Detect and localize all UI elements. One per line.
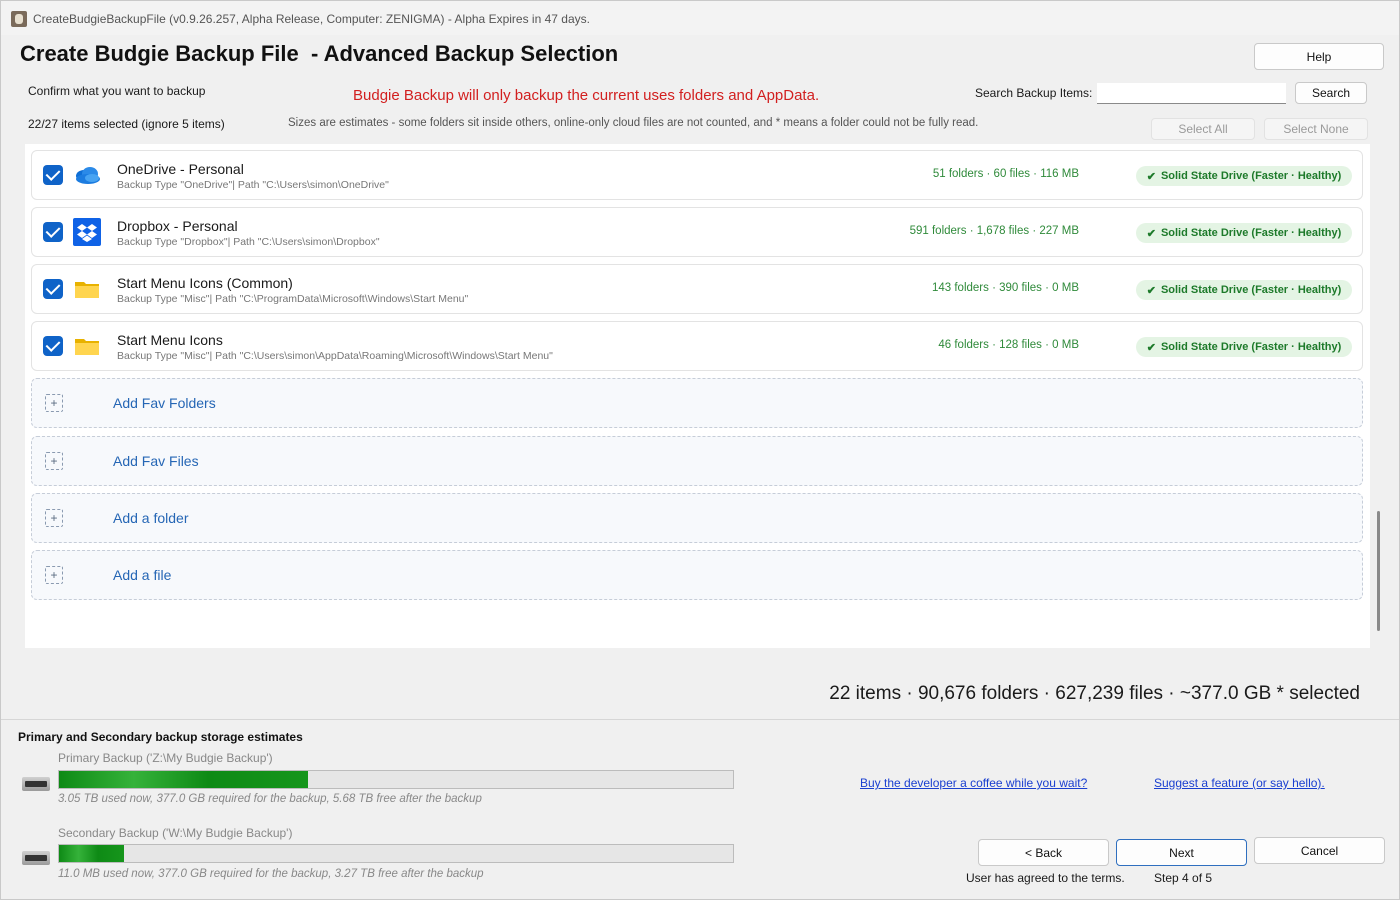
- check-icon: ✔: [1146, 227, 1156, 240]
- folder-icon: [73, 275, 101, 303]
- select-none-button[interactable]: Select None: [1264, 118, 1368, 140]
- item-name: Dropbox - Personal: [117, 218, 238, 234]
- page-title: Create Budgie Backup File - Advanced Bac…: [20, 41, 619, 66]
- list-scrollbar[interactable]: [1377, 511, 1380, 631]
- add-plus-icon: +: [45, 452, 63, 470]
- add-plus-icon: +: [45, 566, 63, 584]
- primary-storage-note: 3.05 TB used now, 377.0 GB required for …: [58, 793, 482, 805]
- list-item[interactable]: Dropbox - Personal Backup Type "Dropbox"…: [31, 207, 1363, 257]
- item-path: Backup Type "Misc"| Path "C:\Users\simon…: [117, 350, 553, 362]
- add-row-label: Add Fav Folders: [113, 395, 216, 411]
- terms-status: User has agreed to the terms.: [966, 871, 1125, 885]
- hard-drive-icon: [22, 851, 50, 865]
- item-stats: 591 folders · 1,678 files · 227 MB: [909, 225, 1079, 237]
- primary-storage-bar: [58, 770, 734, 789]
- add-plus-icon: +: [45, 394, 63, 412]
- search-button[interactable]: Search: [1295, 82, 1367, 104]
- add-row-label: Add Fav Files: [113, 453, 199, 469]
- list-item[interactable]: Start Menu Icons Backup Type "Misc"| Pat…: [31, 321, 1363, 371]
- item-name: Start Menu Icons: [117, 332, 223, 348]
- backup-scope-notice: Budgie Backup will only backup the curre…: [353, 87, 820, 104]
- hard-drive-icon: [22, 777, 50, 791]
- back-button[interactable]: < Back: [978, 839, 1109, 866]
- sizes-estimate-note: Sizes are estimates - some folders sit i…: [288, 117, 979, 129]
- suggest-feature-link[interactable]: Suggest a feature (or say hello).: [1154, 776, 1325, 790]
- check-icon: ✔: [1146, 170, 1156, 183]
- next-button[interactable]: Next: [1116, 839, 1247, 866]
- item-name: Start Menu Icons (Common): [117, 275, 293, 291]
- check-icon: ✔: [1146, 341, 1156, 354]
- secondary-storage-bar: [58, 844, 734, 863]
- selected-count: 22/27 items selected (ignore 5 items): [28, 117, 225, 131]
- add-fav-files-row[interactable]: + Add Fav Files: [31, 436, 1363, 486]
- dropbox-icon: [73, 218, 101, 246]
- item-checkbox[interactable]: [43, 222, 63, 242]
- section-divider: [1, 719, 1399, 720]
- backup-items-list[interactable]: OneDrive - Personal Backup Type "OneDriv…: [25, 144, 1370, 648]
- budgie-app-icon: [11, 11, 27, 27]
- item-path: Backup Type "OneDrive"| Path "C:\Users\s…: [117, 179, 389, 191]
- item-path: Backup Type "Dropbox"| Path "C:\Users\si…: [117, 236, 380, 248]
- select-all-button[interactable]: Select All: [1151, 118, 1255, 140]
- badge-label: Solid State Drive (Faster · Healthy): [1160, 284, 1342, 296]
- secondary-backup-label: Secondary Backup ('W:\My Budgie Backup'): [58, 826, 293, 840]
- drive-health-badge: ✔ Solid State Drive (Faster · Healthy): [1136, 337, 1352, 357]
- primary-backup-label: Primary Backup ('Z:\My Budgie Backup'): [58, 751, 273, 765]
- item-stats: 46 folders · 128 files · 0 MB: [938, 339, 1079, 351]
- add-row-label: Add a folder: [113, 510, 189, 526]
- step-indicator: Step 4 of 5: [1154, 871, 1213, 885]
- selection-totals: 22 items · 90,676 folders · 627,239 file…: [829, 683, 1360, 704]
- item-checkbox[interactable]: [43, 165, 63, 185]
- list-item[interactable]: Start Menu Icons (Common) Backup Type "M…: [31, 264, 1363, 314]
- folder-icon: [73, 332, 101, 360]
- item-stats: 51 folders · 60 files · 116 MB: [932, 168, 1079, 180]
- help-button[interactable]: Help: [1254, 43, 1384, 70]
- badge-label: Solid State Drive (Faster · Healthy): [1160, 227, 1342, 239]
- item-path: Backup Type "Misc"| Path "C:\ProgramData…: [117, 293, 469, 305]
- check-icon: ✔: [1146, 284, 1156, 297]
- add-fav-folders-row[interactable]: + Add Fav Folders: [31, 378, 1363, 428]
- item-name: OneDrive - Personal: [117, 161, 244, 177]
- add-plus-icon: +: [45, 509, 63, 527]
- secondary-storage-fill: [59, 845, 125, 862]
- title-bar[interactable]: CreateBudgieBackupFile (v0.9.26.257, Alp…: [1, 1, 1399, 35]
- drive-health-badge: ✔ Solid State Drive (Faster · Healthy): [1136, 166, 1352, 186]
- storage-heading: Primary and Secondary backup storage est…: [18, 730, 303, 744]
- search-label: Search Backup Items:: [975, 86, 1093, 100]
- app-window: CreateBudgieBackupFile (v0.9.26.257, Alp…: [0, 0, 1400, 900]
- add-file-row[interactable]: + Add a file: [31, 550, 1363, 600]
- window-title: CreateBudgieBackupFile (v0.9.26.257, Alp…: [33, 12, 590, 26]
- badge-label: Solid State Drive (Faster · Healthy): [1160, 341, 1342, 353]
- list-item[interactable]: OneDrive - Personal Backup Type "OneDriv…: [31, 150, 1363, 200]
- badge-label: Solid State Drive (Faster · Healthy): [1160, 170, 1342, 182]
- drive-health-badge: ✔ Solid State Drive (Faster · Healthy): [1136, 280, 1352, 300]
- search-input[interactable]: [1097, 83, 1286, 104]
- buy-coffee-link[interactable]: Buy the developer a coffee while you wai…: [860, 776, 1087, 790]
- add-row-label: Add a file: [113, 567, 172, 583]
- item-checkbox[interactable]: [43, 336, 63, 356]
- primary-storage-fill: [59, 771, 309, 788]
- item-checkbox[interactable]: [43, 279, 63, 299]
- item-stats: 143 folders · 390 files · 0 MB: [931, 282, 1079, 294]
- drive-health-badge: ✔ Solid State Drive (Faster · Healthy): [1136, 223, 1352, 243]
- secondary-storage-note: 11.0 MB used now, 377.0 GB required for …: [58, 868, 484, 880]
- confirm-label: Confirm what you want to backup: [28, 84, 206, 98]
- add-folder-row[interactable]: + Add a folder: [31, 493, 1363, 543]
- onedrive-cloud-icon: [73, 161, 101, 189]
- cancel-button[interactable]: Cancel: [1254, 837, 1385, 864]
